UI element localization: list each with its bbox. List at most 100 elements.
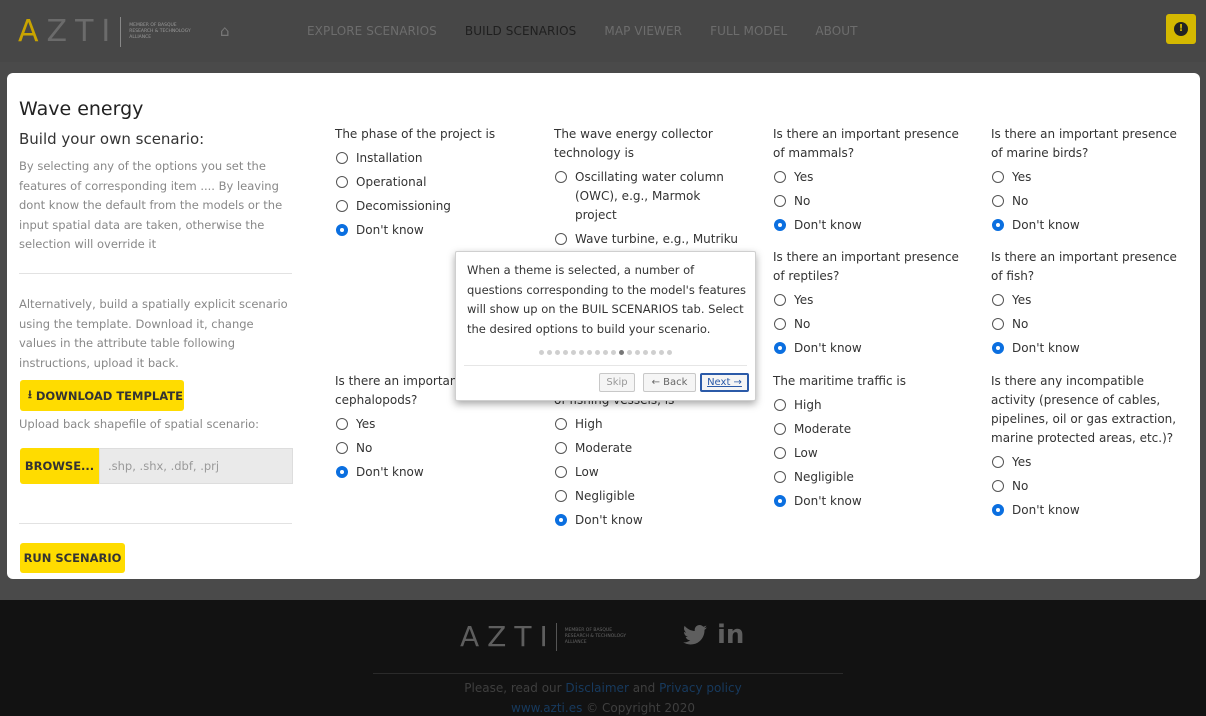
- radio-button[interactable]: [774, 399, 786, 411]
- radio-option[interactable]: High: [554, 415, 754, 434]
- radio-button-selected[interactable]: [555, 514, 567, 526]
- privacy-policy-link[interactable]: Privacy policy: [659, 681, 742, 695]
- radio-option[interactable]: Don't know: [773, 216, 973, 235]
- radio-option[interactable]: No: [991, 477, 1191, 496]
- azti-logo[interactable]: AZTI Member of Basque Research & Technol…: [18, 16, 199, 48]
- radio-button[interactable]: [336, 200, 348, 212]
- alternative-instructions: Alternatively, build a spatially explici…: [19, 297, 288, 370]
- twitter-icon[interactable]: [683, 625, 707, 647]
- home-icon[interactable]: ⌂: [220, 23, 236, 39]
- azti-website-link[interactable]: www.azti.es: [511, 701, 582, 715]
- radio-button-selected[interactable]: [992, 342, 1004, 354]
- radio-button[interactable]: [555, 466, 567, 478]
- twitter-icon-svg: [683, 625, 707, 645]
- radio-option[interactable]: Don't know: [773, 339, 973, 358]
- tour-skip-button[interactable]: Skip: [599, 373, 635, 392]
- radio-option[interactable]: Don't know: [991, 339, 1191, 358]
- radio-button-selected[interactable]: [992, 219, 1004, 231]
- nav-item-explore-scenarios[interactable]: EXPLORE SCENARIOS: [307, 22, 437, 40]
- radio-button[interactable]: [774, 423, 786, 435]
- radio-option[interactable]: No: [991, 315, 1191, 334]
- radio-option[interactable]: No: [773, 192, 973, 211]
- radio-button-selected[interactable]: [336, 224, 348, 236]
- radio-button[interactable]: [336, 418, 348, 430]
- tour-text: When a theme is selected, a number of qu…: [467, 263, 746, 336]
- radio-button[interactable]: [336, 176, 348, 188]
- browse-button[interactable]: BROWSE...: [20, 448, 99, 484]
- tour-step-dot: [635, 350, 640, 355]
- radio-button[interactable]: [774, 195, 786, 207]
- nav-item-map-viewer[interactable]: MAP VIEWER: [604, 22, 682, 40]
- tour-next-button[interactable]: Next →: [700, 373, 749, 392]
- tour-back-button[interactable]: ← Back: [643, 373, 696, 392]
- disclaimer-link[interactable]: Disclaimer: [565, 681, 628, 695]
- radio-option[interactable]: Yes: [991, 453, 1191, 472]
- info-button[interactable]: !: [1166, 14, 1196, 44]
- nav-item-full-model[interactable]: FULL MODEL: [710, 22, 787, 40]
- radio-option[interactable]: Oscillating water column (OWC), e.g., Ma…: [554, 168, 744, 225]
- radio-option[interactable]: Don't know: [335, 221, 535, 240]
- radio-option[interactable]: Operational: [335, 173, 535, 192]
- radio-button[interactable]: [774, 447, 786, 459]
- radio-button-selected[interactable]: [774, 342, 786, 354]
- radio-option[interactable]: Yes: [773, 168, 973, 187]
- linkedin-icon[interactable]: in: [717, 620, 744, 650]
- radio-button[interactable]: [992, 195, 1004, 207]
- radio-button[interactable]: [992, 294, 1004, 306]
- radio-button[interactable]: [992, 171, 1004, 183]
- file-input[interactable]: .shp, .shx, .dbf, .prj: [99, 448, 293, 484]
- radio-option[interactable]: Don't know: [991, 216, 1191, 235]
- question-marine-birds: Is there an important presence of marine…: [991, 125, 1191, 235]
- radio-button-selected[interactable]: [336, 466, 348, 478]
- radio-button[interactable]: [555, 442, 567, 454]
- radio-option[interactable]: Installation: [335, 149, 535, 168]
- radio-option[interactable]: Yes: [773, 291, 973, 310]
- radio-option[interactable]: Don't know: [335, 463, 535, 482]
- radio-button[interactable]: [336, 442, 348, 454]
- radio-option[interactable]: Don't know: [991, 501, 1191, 520]
- radio-option[interactable]: Negligible: [554, 487, 754, 506]
- tour-step-dot: [619, 350, 624, 355]
- radio-option[interactable]: Don't know: [773, 492, 973, 511]
- radio-button[interactable]: [555, 418, 567, 430]
- radio-button[interactable]: [774, 171, 786, 183]
- footer-azti-logo[interactable]: AZTI Member of Basque Research & Technol…: [460, 622, 629, 652]
- radio-button[interactable]: [774, 471, 786, 483]
- radio-option[interactable]: No: [335, 439, 535, 458]
- run-scenario-button[interactable]: RUN SCENARIO: [20, 543, 125, 573]
- radio-option[interactable]: Yes: [335, 415, 535, 434]
- footer-logo-wordmark: AZTI: [460, 620, 556, 653]
- radio-button-selected[interactable]: [992, 504, 1004, 516]
- radio-button[interactable]: [992, 456, 1004, 468]
- question-fish: Is there an important presence of fish? …: [991, 248, 1191, 358]
- radio-button[interactable]: [774, 294, 786, 306]
- radio-button[interactable]: [774, 318, 786, 330]
- radio-button[interactable]: [555, 233, 567, 245]
- radio-option[interactable]: Decomissioning: [335, 197, 535, 216]
- radio-option[interactable]: No: [991, 192, 1191, 211]
- radio-option[interactable]: Low: [773, 444, 973, 463]
- radio-button-selected[interactable]: [774, 219, 786, 231]
- radio-option[interactable]: Yes: [991, 168, 1191, 187]
- radio-option[interactable]: Yes: [991, 291, 1191, 310]
- radio-button[interactable]: [336, 152, 348, 164]
- shapefile-upload: BROWSE... .shp, .shx, .dbf, .prj: [20, 448, 293, 484]
- nav-item-build-scenarios[interactable]: BUILD SCENARIOS: [465, 22, 577, 40]
- radio-button[interactable]: [555, 171, 567, 183]
- nav-item-about[interactable]: ABOUT: [815, 22, 857, 40]
- radio-option[interactable]: Moderate: [554, 439, 754, 458]
- radio-option[interactable]: Low: [554, 463, 754, 482]
- radio-option[interactable]: Negligible: [773, 468, 973, 487]
- radio-option[interactable]: No: [773, 315, 973, 334]
- download-template-button[interactable]: ⭳ DOWNLOAD TEMPLATE: [20, 380, 184, 411]
- radio-button-selected[interactable]: [774, 495, 786, 507]
- question-label: Is there an important presence of mammal…: [773, 127, 959, 160]
- tour-step-dot: [563, 350, 568, 355]
- radio-option[interactable]: High: [773, 396, 973, 415]
- question-maritime-traffic: The maritime traffic is High Moderate Lo…: [773, 372, 973, 511]
- radio-option[interactable]: Don't know: [554, 511, 754, 530]
- radio-option[interactable]: Moderate: [773, 420, 973, 439]
- radio-button[interactable]: [555, 490, 567, 502]
- radio-button[interactable]: [992, 480, 1004, 492]
- radio-button[interactable]: [992, 318, 1004, 330]
